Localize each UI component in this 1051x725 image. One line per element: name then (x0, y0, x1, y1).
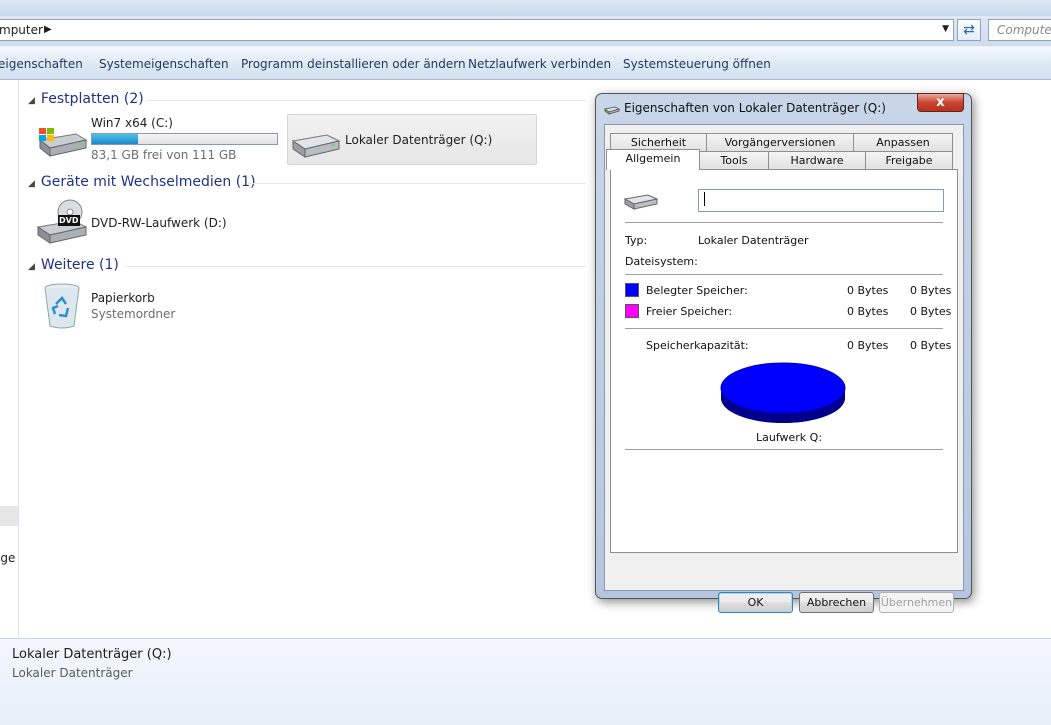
type-label: Typ: (625, 234, 648, 247)
tab-allgemein[interactable]: Allgemein (606, 149, 700, 170)
nav-item-label[interactable]: ige (0, 551, 15, 565)
capacity-bytes: 0 Bytes (847, 339, 889, 352)
free-space-size: 0 Bytes (910, 305, 952, 318)
used-space-size: 0 Bytes (910, 284, 952, 297)
search-placeholder: Computer (997, 23, 1051, 37)
details-subtitle: Lokaler Datenträger (12, 666, 133, 680)
dvd-drive-icon[interactable]: DVD (36, 199, 88, 250)
dvd-badge: DVD (59, 216, 79, 225)
group-divider (146, 100, 586, 101)
capacity-size: 0 Bytes (910, 339, 952, 352)
free-space-label: Freier Speicher: (646, 305, 733, 318)
nav-selected-item[interactable] (0, 506, 18, 526)
separator (625, 328, 943, 330)
separator (625, 222, 943, 224)
refresh-icon: ⇄ (963, 22, 975, 38)
group-divider (126, 266, 586, 267)
recycle-bin-icon[interactable] (42, 282, 82, 333)
tab-freigabe[interactable]: Freigabe (865, 151, 953, 169)
address-bar[interactable]: mputer ▶ ▼ (0, 19, 954, 41)
free-space-bytes: 0 Bytes (847, 305, 889, 318)
navigation-pane[interactable]: ige (0, 80, 19, 638)
breadcrumb-arrow-icon[interactable]: ▶ (44, 24, 52, 35)
collapse-chevron-icon[interactable]: ◢ (28, 96, 35, 106)
group-divider (248, 183, 586, 184)
cmd-systemsteuerung-oeffnen[interactable]: Systemsteuerung öffnen (623, 57, 771, 71)
general-tab-panel: Typ: Lokaler Datenträger Dateisystem: Be… (610, 169, 958, 553)
tab-anpassen[interactable]: Anpassen (853, 133, 953, 151)
tab-tools[interactable]: Tools (699, 151, 769, 169)
cancel-button[interactable]: Abbrechen (799, 592, 874, 613)
filesystem-label: Dateisystem: (625, 255, 698, 268)
apply-button[interactable]: Übernehmen (879, 592, 954, 613)
type-value: Lokaler Datenträger (698, 234, 809, 247)
refresh-button[interactable]: ⇄ (957, 19, 981, 41)
drive-small-icon (603, 104, 621, 118)
tab-hardware[interactable]: Hardware (768, 151, 866, 169)
usage-pie-chart (720, 362, 846, 423)
cmd-programm-deinstallieren[interactable]: Programm deinstallieren oder ändern (241, 57, 466, 71)
drive-c-free-text: 83,1 GB frei von 111 GB (91, 148, 237, 162)
recycle-bin-name[interactable]: Papierkorb (91, 291, 155, 305)
drive-c-name[interactable]: Win7 x64 (C:) (91, 116, 173, 130)
cmd-systemeigenschaften[interactable]: Systemeigenschaften (99, 57, 229, 71)
separator (625, 274, 943, 276)
address-path[interactable]: mputer (0, 23, 43, 37)
separator (625, 449, 943, 451)
group-header-festplatten[interactable]: ◢ Festplatten (2) (28, 91, 144, 107)
search-input[interactable]: Computer (988, 19, 1051, 41)
free-space-swatch (625, 304, 639, 318)
details-pane: Lokaler Datenträger (Q:) Lokaler Datentr… (0, 638, 1051, 725)
drive-icon (623, 192, 659, 213)
collapse-chevron-icon[interactable]: ◢ (28, 262, 35, 272)
window-title-strip (0, 0, 1051, 16)
dialog-body: Sicherheit Vorgängerversionen Anpassen A… (604, 124, 964, 613)
dvd-drive-name[interactable]: DVD-RW-Laufwerk (D:) (91, 216, 227, 230)
command-bar: eigenschaften Systemeigenschaften Progra… (0, 46, 1051, 80)
properties-dialog: Eigenschaften von Lokaler Datenträger (Q… (595, 93, 972, 613)
tab-vorgaengerversionen[interactable]: Vorgängerversionen (706, 133, 854, 151)
drive-q-name[interactable]: Lokaler Datenträger (Q:) (345, 133, 492, 147)
drive-q-icon[interactable] (291, 129, 341, 164)
cmd-eigenschaften[interactable]: eigenschaften (0, 57, 83, 71)
drive-c-icon[interactable] (36, 126, 88, 165)
address-dropdown-icon[interactable]: ▼ (942, 24, 949, 34)
cmd-netzlaufwerk-verbinden[interactable]: Netzlaufwerk verbinden (468, 57, 611, 71)
close-icon: x (936, 95, 945, 110)
dialog-title: Eigenschaften von Lokaler Datenträger (Q… (624, 101, 886, 115)
ok-button[interactable]: OK (718, 592, 793, 613)
details-title: Lokaler Datenträger (Q:) (12, 647, 172, 662)
group-header-wechselmedien[interactable]: ◢ Geräte mit Wechselmedien (1) (28, 174, 256, 190)
drive-letter-label: Laufwerk Q: (756, 431, 823, 444)
address-row: mputer ▶ ▼ ⇄ Computer (0, 16, 1051, 46)
capacity-label: Speicherkapazität: (646, 339, 749, 352)
group-header-weitere[interactable]: ◢ Weitere (1) (28, 257, 119, 273)
used-space-swatch (625, 283, 639, 297)
used-space-label: Belegter Speicher: (646, 284, 748, 297)
dialog-close-button[interactable]: x (917, 93, 964, 112)
recycle-bin-type: Systemordner (91, 307, 176, 321)
drive-c-usage-fill (92, 134, 139, 144)
used-space-bytes: 0 Bytes (847, 284, 889, 297)
drive-name-input[interactable] (698, 189, 944, 212)
drive-c-usage-bar (91, 133, 278, 145)
collapse-chevron-icon[interactable]: ◢ (28, 179, 35, 189)
